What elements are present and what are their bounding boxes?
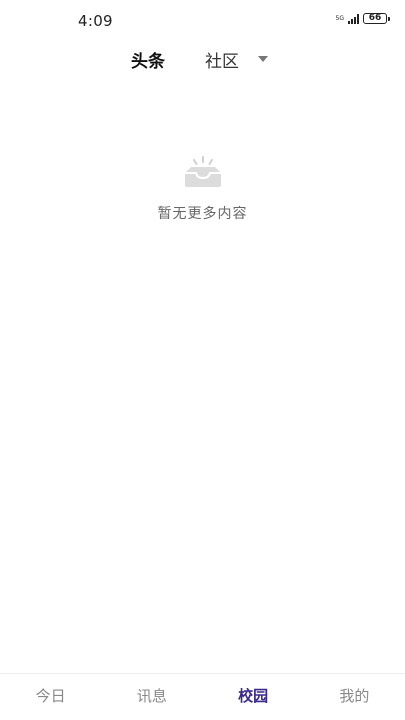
- status-bar: 4:09 5G 66: [0, 0, 405, 40]
- tab-headlines[interactable]: 头条: [131, 47, 165, 72]
- battery-icon: 66: [363, 13, 390, 24]
- bottom-nav: 今日 讯息 校园 我的: [0, 673, 405, 720]
- caret-down-icon[interactable]: [258, 56, 268, 62]
- nav-item-campus[interactable]: 校园: [203, 674, 304, 720]
- empty-message: 暂无更多内容: [157, 206, 248, 222]
- status-indicators: 5G 66: [335, 13, 390, 24]
- nav-item-news[interactable]: 讯息: [101, 674, 202, 720]
- tab-community[interactable]: 社区: [205, 47, 239, 72]
- status-time: 4:09: [78, 12, 113, 30]
- network-type-label: 5G: [335, 14, 344, 22]
- nav-item-today[interactable]: 今日: [0, 674, 101, 720]
- battery-level: 66: [368, 13, 382, 23]
- network-type-icon: 5G: [335, 14, 344, 22]
- empty-inbox-icon: [184, 156, 221, 187]
- signal-strength-icon: [348, 13, 359, 24]
- empty-state: 暂无更多内容: [0, 155, 405, 223]
- nav-item-mine[interactable]: 我的: [304, 674, 405, 720]
- top-tab-bar: 头条 社区: [0, 44, 405, 72]
